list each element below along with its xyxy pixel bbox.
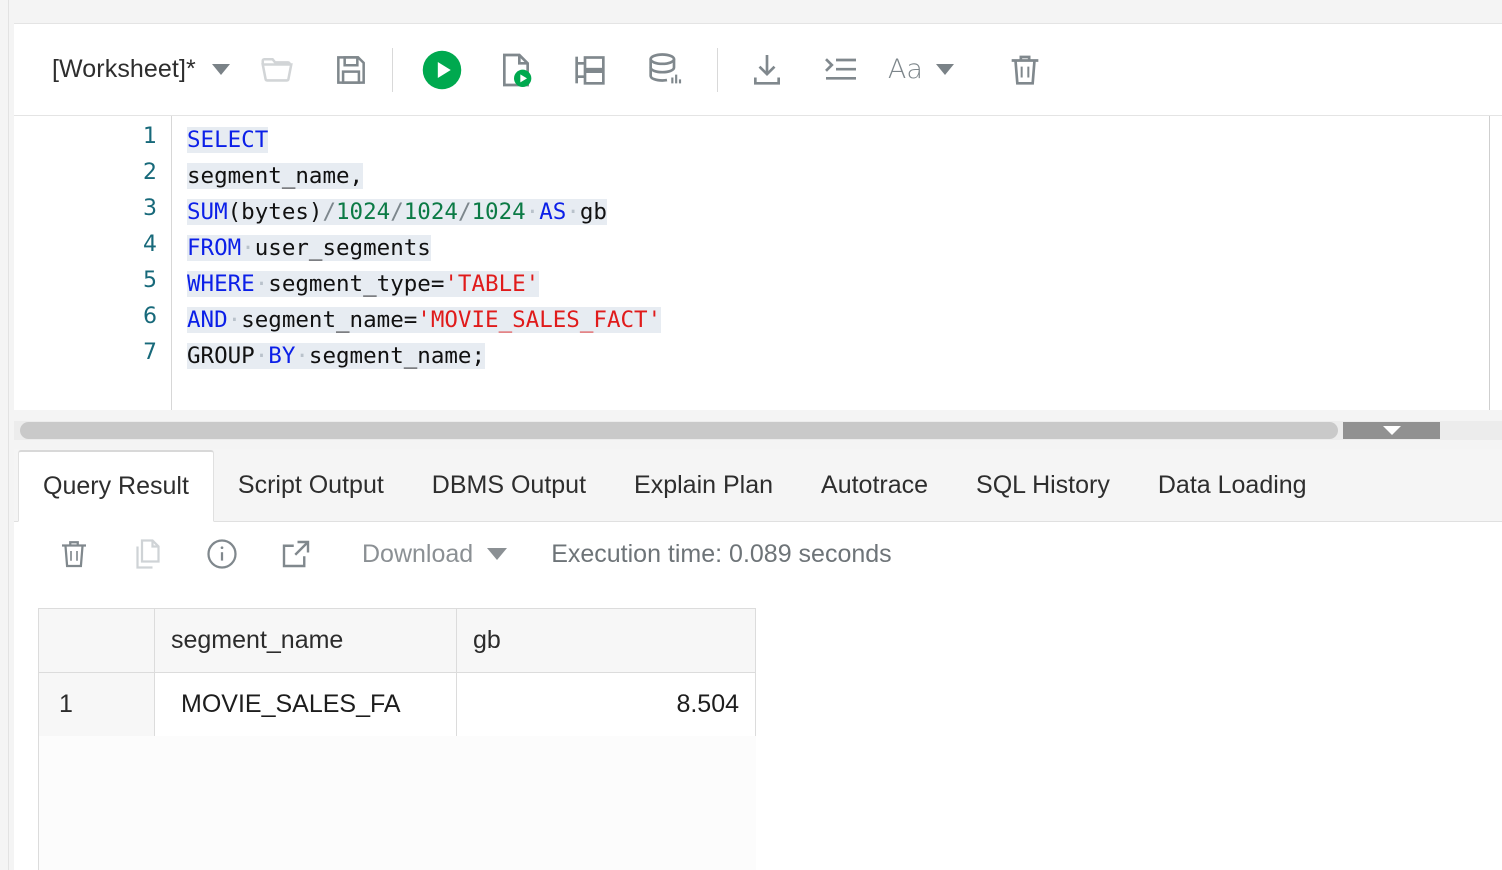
grid-header-gb[interactable]: gb xyxy=(457,609,756,673)
tab-script-output[interactable]: Script Output xyxy=(214,449,408,521)
tab-label: DBMS Output xyxy=(432,471,586,500)
left-rail xyxy=(0,0,9,870)
result-toolbar: Download Execution time: 0.089 seconds xyxy=(14,522,1502,586)
execution-time-label: Execution time: 0.089 seconds xyxy=(551,540,891,569)
run-script-button[interactable] xyxy=(489,43,543,97)
tab-label: Script Output xyxy=(238,471,384,500)
cell-segment-name[interactable]: MOVIE_SALES_FA xyxy=(155,673,457,737)
tab-label: Data Loading xyxy=(1158,471,1307,500)
cell-gb[interactable]: 8.504 xyxy=(457,673,756,737)
info-button[interactable] xyxy=(198,530,246,578)
run-statement-button[interactable] xyxy=(415,43,469,97)
copy-result-button[interactable] xyxy=(124,530,172,578)
tab-label: SQL History xyxy=(976,471,1110,500)
sql-editor[interactable]: 1 2 3 4 5 6 7 SELECT segment_name, SUM(b… xyxy=(14,116,1502,410)
format-indent-icon xyxy=(821,50,861,90)
chevron-down-icon xyxy=(487,548,507,560)
code-area[interactable]: SELECT segment_name, SUM(bytes)/1024/102… xyxy=(173,116,1502,410)
worksheet-dropdown-icon[interactable] xyxy=(212,64,230,75)
code-line-6: AND·segment_name='MOVIE_SALES_FACT' xyxy=(187,302,661,338)
chevron-down-icon xyxy=(936,64,954,75)
grid-header-segment-name[interactable]: segment_name xyxy=(155,609,457,673)
open-in-new-button[interactable] xyxy=(272,530,320,578)
grid-header-rownum[interactable] xyxy=(39,609,155,673)
trash-icon xyxy=(56,536,92,572)
code-line-3: SUM(bytes)/1024/1024/1024·AS·gb xyxy=(187,194,607,230)
worksheet-title: [Worksheet]* xyxy=(52,55,196,84)
download-label: Download xyxy=(362,540,473,569)
result-grid-empty-area xyxy=(38,736,756,870)
code-line-2: segment_name, xyxy=(187,158,363,194)
toolbar-divider-1 xyxy=(392,48,393,92)
clear-worksheet-button[interactable] xyxy=(998,43,1052,97)
format-button[interactable] xyxy=(814,43,868,97)
toolbar-divider-2 xyxy=(717,48,718,92)
copy-pages-icon xyxy=(130,536,166,572)
hierarchy-icon xyxy=(570,50,610,90)
code-line-4: FROM·user_segments xyxy=(187,230,431,266)
line-number: 4 xyxy=(143,232,157,257)
explain-plan-button[interactable] xyxy=(563,43,617,97)
download-script-button[interactable] xyxy=(740,43,794,97)
line-number-gutter: 1 2 3 4 5 6 7 xyxy=(14,116,172,410)
database-stats-icon xyxy=(644,50,684,90)
editor-right-margin-ruler xyxy=(1489,116,1490,410)
tab-query-result[interactable]: Query Result xyxy=(18,450,214,522)
download-icon xyxy=(747,50,787,90)
panel-collapse-handle[interactable] xyxy=(1343,422,1440,439)
line-number: 7 xyxy=(143,340,157,365)
line-number: 6 xyxy=(143,304,157,329)
result-grid: segment_name gb 1 MOVIE_SALES_FA 8.504 xyxy=(38,608,756,738)
tab-explain-plan[interactable]: Explain Plan xyxy=(610,449,797,521)
line-number: 3 xyxy=(143,196,157,221)
worksheet-toolbar: [Worksheet]* xyxy=(14,23,1502,116)
external-link-icon xyxy=(278,536,314,572)
table-row[interactable]: 1 MOVIE_SALES_FA 8.504 xyxy=(39,673,756,737)
sql-worksheet-app: [Worksheet]* xyxy=(0,0,1502,870)
line-number: 1 xyxy=(143,124,157,149)
query-result-pane: Download Execution time: 0.089 seconds s… xyxy=(14,522,1502,870)
download-result-button[interactable]: Download xyxy=(362,540,507,569)
clear-result-button[interactable] xyxy=(50,530,98,578)
tab-dbms-output[interactable]: DBMS Output xyxy=(408,449,610,521)
code-line-5: WHERE·segment_type='TABLE' xyxy=(187,266,539,302)
tab-sql-history[interactable]: SQL History xyxy=(952,449,1134,521)
info-circle-icon xyxy=(204,536,240,572)
autotrace-button[interactable] xyxy=(637,43,691,97)
font-size-button[interactable]: Aa xyxy=(888,54,954,85)
folder-open-icon xyxy=(258,51,296,89)
editor-horizontal-scrollbar-thumb[interactable] xyxy=(20,422,1338,439)
result-tabstrip: Query Result Script Output DBMS Output E… xyxy=(14,449,1502,522)
row-index-cell: 1 xyxy=(39,673,155,737)
code-line-7: GROUP·BY·segment_name; xyxy=(187,338,485,374)
code-line-1: SELECT xyxy=(187,122,268,158)
play-circle-icon xyxy=(421,49,463,91)
line-number: 2 xyxy=(143,160,157,185)
line-number: 5 xyxy=(143,268,157,293)
chevron-down-icon xyxy=(1383,426,1401,435)
result-pane-right-area xyxy=(756,608,1502,870)
floppy-disk-icon xyxy=(332,51,370,89)
tab-autotrace[interactable]: Autotrace xyxy=(797,449,952,521)
open-file-button[interactable] xyxy=(250,43,304,97)
tab-data-loading[interactable]: Data Loading xyxy=(1134,449,1331,521)
font-size-label: Aa xyxy=(888,54,923,85)
trash-icon xyxy=(1005,50,1045,90)
tab-label: Query Result xyxy=(43,472,189,501)
file-play-icon xyxy=(496,50,536,90)
tab-label: Autotrace xyxy=(821,471,928,500)
save-button[interactable] xyxy=(324,43,378,97)
tab-label: Explain Plan xyxy=(634,471,773,500)
grid-header-row: segment_name gb xyxy=(39,609,756,673)
